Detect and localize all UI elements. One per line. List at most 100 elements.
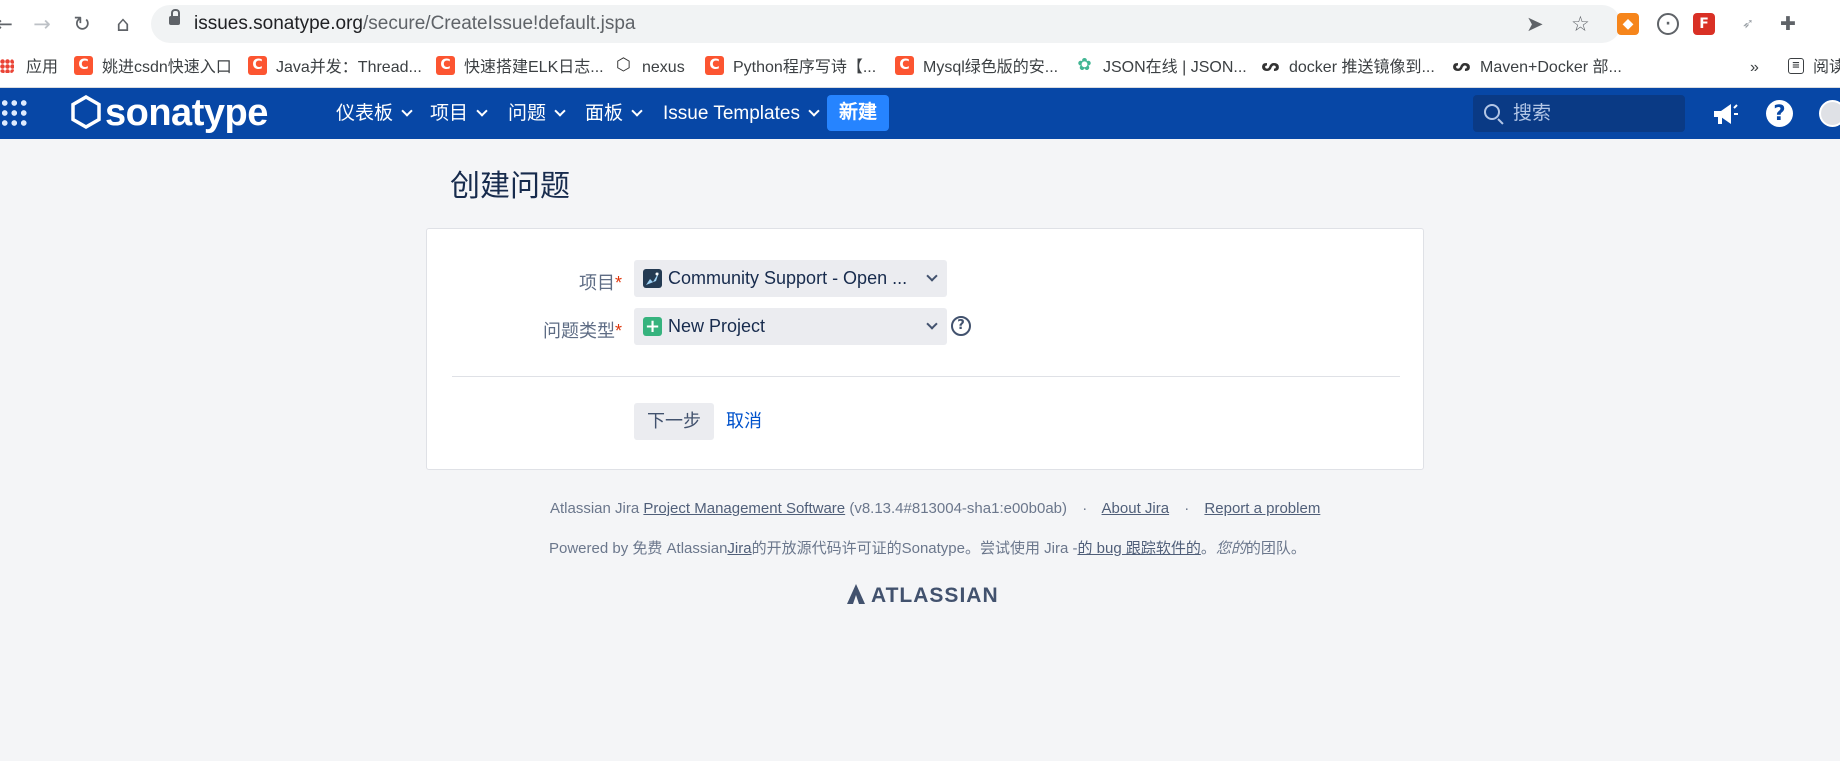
- cancel-link[interactable]: 取消: [726, 403, 762, 440]
- menu-label: 面板: [585, 103, 624, 124]
- avatar[interactable]: [1819, 100, 1840, 127]
- label-text: 项目: [578, 273, 615, 293]
- menu-label: 问题: [508, 103, 547, 124]
- bookmark-label: Mysql绿色版的安...: [923, 59, 1059, 76]
- project-select-value: Community Support - Open ...: [668, 268, 908, 288]
- page-title: 创建问题: [450, 170, 570, 203]
- footer-italic-text: 您的: [1215, 540, 1246, 557]
- back-icon[interactable]: ←: [0, 10, 18, 38]
- bookmark-item[interactable]: C 姚进csdn快速入口: [74, 48, 232, 87]
- megaphone-icon[interactable]: [1711, 100, 1739, 128]
- address-bar[interactable]: issues.sonatype.org/secure/CreateIssue!d…: [151, 5, 1621, 43]
- hexagon-logo-icon: [71, 94, 101, 129]
- logo-text: sonatype: [105, 92, 268, 134]
- help-circle-icon[interactable]: ?: [951, 316, 971, 336]
- menu-issues[interactable]: 问题: [508, 88, 566, 139]
- version-text: (v8.13.4#813004-sha1:e00b0ab): [849, 500, 1068, 517]
- url-path: /secure/CreateIssue!default.jspa: [363, 13, 636, 34]
- about-jira-link[interactable]: About Jira: [1102, 500, 1170, 517]
- bird-extension-icon[interactable]: ➶: [1737, 13, 1759, 35]
- issue-type-field-label: 问题类型*: [427, 317, 622, 343]
- search-box[interactable]: [1473, 95, 1685, 132]
- send-icon[interactable]: ➤: [1526, 5, 1544, 43]
- bookmark-label: JSON在线 | JSON...: [1103, 59, 1247, 76]
- next-button[interactable]: 下一步: [634, 403, 714, 440]
- url-text[interactable]: issues.sonatype.org/secure/CreateIssue!d…: [194, 5, 636, 43]
- hexagon-icon: ⬡: [616, 55, 631, 76]
- search-icon: [1484, 104, 1500, 120]
- bug-tracking-link[interactable]: 的 bug 跟踪软件的: [1077, 540, 1200, 557]
- chevron-down-icon: [926, 270, 938, 282]
- menu-issue-templates[interactable]: Issue Templates: [663, 88, 820, 139]
- flower-icon: ✿: [1077, 55, 1092, 76]
- bookmarks-overflow[interactable]: »: [1750, 48, 1759, 87]
- chevron-down-icon: [808, 105, 820, 117]
- csdn-icon: C: [436, 56, 455, 76]
- bookmark-item[interactable]: ✿ JSON在线 | JSON...: [1075, 48, 1247, 87]
- chevron-down-icon: [476, 105, 488, 117]
- reading-list[interactable]: ≡ 阅读: [1788, 48, 1840, 87]
- issue-type-select-value: New Project: [668, 316, 766, 336]
- menu-projects[interactable]: 项目: [430, 88, 488, 139]
- menu-label: 仪表板: [336, 103, 394, 124]
- required-mark: *: [614, 321, 622, 341]
- csdn-icon: C: [895, 56, 914, 76]
- issue-type-select[interactable]: + New Project: [634, 308, 947, 345]
- create-issue-form: 项目* Community Support - Open ... 问题类型* +…: [426, 228, 1424, 470]
- metamask-icon[interactable]: ◆: [1617, 13, 1639, 35]
- forward-icon[interactable]: →: [28, 10, 56, 38]
- chevron-down-icon: [631, 105, 643, 117]
- footer-text: Powered by 免费 Atlassian: [549, 540, 728, 557]
- menu-label: 项目: [430, 103, 469, 124]
- pm-software-link[interactable]: Project Management Software: [643, 500, 845, 517]
- menu-label: Issue Templates: [663, 103, 800, 124]
- sonatype-logo[interactable]: sonatype: [71, 90, 268, 136]
- bookmark-star-icon[interactable]: ☆: [1571, 5, 1590, 43]
- jira-link[interactable]: Jira: [727, 540, 751, 557]
- puzzle-icon[interactable]: ✚: [1777, 13, 1799, 35]
- reading-list-icon: ≡: [1788, 57, 1804, 74]
- chevron-down-icon: [926, 318, 938, 330]
- project-field-label: 项目*: [427, 269, 622, 295]
- menu-dashboards[interactable]: 仪表板: [336, 88, 413, 139]
- atlassian-wordmark: ATLASSIAN: [871, 584, 999, 607]
- create-button[interactable]: 新建: [827, 95, 889, 131]
- app-switcher-icon[interactable]: [0, 98, 28, 128]
- chevron-down-icon: [401, 105, 413, 117]
- extension-icon[interactable]: ·: [1657, 13, 1679, 35]
- bookmark-item[interactable]: ᔕ docker 推送镜像到...: [1261, 48, 1435, 87]
- project-select[interactable]: Community Support - Open ...: [634, 260, 947, 297]
- home-icon[interactable]: ⌂: [109, 10, 137, 38]
- bookmarks-bar: 应用 C 姚进csdn快速入口 C Java并发：Thread... C 快速搭建EL…: [0, 48, 1840, 88]
- csdn-icon: C: [705, 56, 724, 76]
- bookmark-label: Java并发：Thread...: [276, 59, 422, 76]
- bookmark-item[interactable]: C 快速搭建ELK日志...: [436, 48, 604, 87]
- bookmark-apps[interactable]: 应用: [0, 48, 58, 87]
- lock-icon: [169, 9, 180, 25]
- bookmark-label: docker 推送镜像到...: [1289, 59, 1435, 76]
- help-icon[interactable]: ?: [1766, 100, 1793, 127]
- atlassian-logo[interactable]: ATLASSIAN: [846, 583, 999, 608]
- overflow-chevron-icon: »: [1750, 59, 1759, 76]
- fe-extension-icon[interactable]: F: [1693, 13, 1715, 35]
- menu-boards[interactable]: 面板: [585, 88, 643, 139]
- report-problem-link[interactable]: Report a problem: [1204, 500, 1320, 517]
- bookmark-item[interactable]: ⬡ nexus: [614, 48, 685, 87]
- bookmark-label: Maven+Docker 部...: [1480, 59, 1622, 76]
- bookmark-label: 姚进csdn快速入口: [102, 59, 232, 76]
- project-avatar-icon: [643, 269, 662, 288]
- atlassian-mark-icon: [847, 584, 865, 605]
- bookmark-item[interactable]: C Mysql绿色版的安...: [895, 48, 1058, 87]
- chevron-down-icon: [554, 105, 566, 117]
- bookmark-item[interactable]: ᔕ Maven+Docker 部...: [1452, 48, 1622, 87]
- bookmark-label: 快速搭建ELK日志...: [464, 59, 604, 76]
- divider: [452, 376, 1400, 377]
- new-project-type-icon: +: [643, 316, 662, 337]
- apps-icon: [0, 58, 14, 73]
- separator: ·: [1184, 500, 1190, 517]
- search-input[interactable]: [1513, 95, 1678, 132]
- reload-icon[interactable]: ↻: [68, 10, 96, 38]
- app-header: sonatype 仪表板 项目 问题 面板 Issue Templates 新建…: [0, 88, 1840, 139]
- bookmark-item[interactable]: C Python程序写诗【...: [705, 48, 876, 87]
- bookmark-item[interactable]: C Java并发：Thread...: [248, 48, 422, 87]
